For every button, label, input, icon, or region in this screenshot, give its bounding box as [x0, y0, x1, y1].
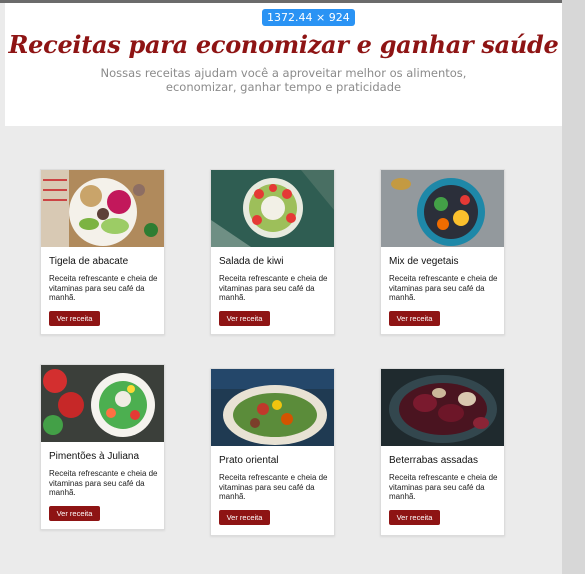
recipe-card: Beterrabas assadas Receita refrescante e…: [380, 368, 505, 536]
recipe-description: Receita refrescante e cheia de vitaminas…: [389, 274, 498, 302]
avocado-bowl-photo: [41, 170, 164, 247]
recipe-name: Pimentões à Juliana: [49, 451, 140, 462]
vegetable-mix-photo: [381, 170, 504, 247]
recipe-name: Prato oriental: [219, 455, 279, 466]
page-title: Receitas para economizar e ganhar saúde: [8, 30, 559, 59]
recipe-card: Salada de kiwi Receita refrescante e che…: [210, 169, 335, 335]
page-subtitle: Nossas receitas ajudam você a aproveitar…: [100, 66, 467, 94]
view-recipe-button[interactable]: Ver receita: [49, 506, 100, 521]
kiwi-salad-photo: [211, 170, 334, 247]
recipe-name: Salada de kiwi: [219, 256, 284, 267]
dimensions-badge: 1372.44 × 924: [262, 9, 355, 26]
recipe-card: Prato oriental Receita refrescante e che…: [210, 368, 335, 536]
recipe-card: Tigela de abacate Receita refrescante e …: [40, 169, 165, 335]
recipe-name: Beterrabas assadas: [389, 455, 478, 466]
view-recipe-button[interactable]: Ver receita: [219, 510, 270, 525]
recipe-description: Receita refrescante e cheia de vitaminas…: [389, 473, 498, 501]
view-recipe-button[interactable]: Ver receita: [49, 311, 100, 326]
peppers-julienne-photo: [41, 365, 164, 442]
view-recipe-button[interactable]: Ver receita: [389, 510, 440, 525]
scrollbar-track[interactable]: [562, 0, 585, 574]
recipe-name: Mix de vegetais: [389, 256, 459, 267]
recipe-card: Pimentões à Juliana Receita refrescante …: [40, 364, 165, 530]
recipe-description: Receita refrescante e cheia de vitaminas…: [219, 274, 328, 302]
view-recipe-button[interactable]: Ver receita: [219, 311, 270, 326]
recipe-description: Receita refrescante e cheia de vitaminas…: [49, 469, 158, 497]
oriental-dish-photo: [211, 369, 334, 446]
recipe-card: Mix de vegetais Receita refrescante e ch…: [380, 169, 505, 335]
recipe-description: Receita refrescante e cheia de vitaminas…: [219, 473, 328, 501]
recipes-section: Tigela de abacate Receita refrescante e …: [5, 126, 562, 574]
view-recipe-button[interactable]: Ver receita: [389, 311, 440, 326]
roasted-beets-photo: [381, 369, 504, 446]
recipe-name: Tigela de abacate: [49, 256, 129, 267]
recipe-description: Receita refrescante e cheia de vitaminas…: [49, 274, 158, 302]
